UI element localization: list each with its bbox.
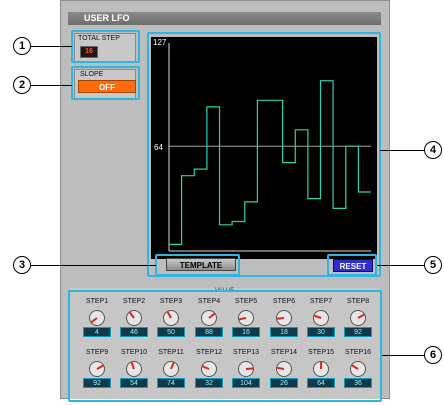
- step-knob-7[interactable]: STEP7 30: [303, 298, 339, 354]
- step-knob-4[interactable]: STEP4 88: [191, 298, 227, 354]
- y-max-label: 127: [153, 38, 166, 47]
- step-label: STEP8: [340, 298, 376, 305]
- step-knob-9[interactable]: STEP9 92: [79, 349, 115, 405]
- step-value: 104: [232, 378, 260, 388]
- step-knob-2[interactable]: STEP2 46: [116, 298, 152, 354]
- step-value: 18: [270, 327, 298, 337]
- slope-button[interactable]: OFF: [78, 80, 136, 93]
- knob-dial-icon[interactable]: [199, 359, 219, 377]
- step-label: STEP13: [228, 349, 264, 356]
- step-label: STEP9: [79, 349, 115, 356]
- callout-1-leader: [30, 46, 72, 47]
- step-knob-1[interactable]: STEP1 4: [79, 298, 115, 354]
- step-label: STEP4: [191, 298, 227, 305]
- total-step-label: TOTAL STEP: [78, 35, 120, 42]
- callout-5: 5: [424, 256, 442, 274]
- step-knob-16[interactable]: STEP16 36: [340, 349, 376, 405]
- step-value: 36: [344, 378, 372, 388]
- step-value: 16: [232, 327, 260, 337]
- knob-dial-icon[interactable]: [199, 308, 219, 326]
- lfo-waveform-line: [169, 81, 371, 245]
- step-knob-3[interactable]: STEP3 50: [153, 298, 189, 354]
- step-value: 92: [344, 327, 372, 337]
- step-value: 74: [157, 378, 185, 388]
- callout-1: 1: [13, 37, 31, 55]
- step-knob-14[interactable]: STEP14 26: [266, 349, 302, 405]
- y-mid-label: 64: [154, 143, 163, 152]
- slope-label: SLOPE: [80, 71, 103, 78]
- step-knob-8[interactable]: STEP8 92: [340, 298, 376, 354]
- step-label: STEP10: [116, 349, 152, 356]
- window-title: USER LFO: [68, 12, 381, 25]
- step-value: 92: [83, 378, 111, 388]
- template-button[interactable]: TEMPLATE: [166, 258, 236, 271]
- step-knob-12[interactable]: STEP12 32: [191, 349, 227, 405]
- knob-dial-icon[interactable]: [236, 359, 256, 377]
- step-value: 32: [195, 378, 223, 388]
- step-value: 88: [195, 327, 223, 337]
- step-label: STEP7: [303, 298, 339, 305]
- knob-dial-icon[interactable]: [124, 308, 144, 326]
- knob-dial-icon[interactable]: [274, 308, 294, 326]
- step-value: 50: [157, 327, 185, 337]
- step-label: STEP3: [153, 298, 189, 305]
- callout-3: 3: [13, 256, 31, 274]
- step-label: STEP14: [266, 349, 302, 356]
- callout-4-leader: [380, 150, 425, 151]
- knob-dial-icon[interactable]: [348, 359, 368, 377]
- knob-dial-icon[interactable]: [87, 308, 107, 326]
- step-knob-5[interactable]: STEP5 16: [228, 298, 264, 354]
- callout-2: 2: [13, 76, 31, 94]
- step-label: STEP5: [228, 298, 264, 305]
- step-label: STEP16: [340, 349, 376, 356]
- step-knob-10[interactable]: STEP10 54: [116, 349, 152, 405]
- knob-dial-icon[interactable]: [348, 308, 368, 326]
- knob-dial-icon[interactable]: [124, 359, 144, 377]
- knob-dial-icon[interactable]: [311, 359, 331, 377]
- step-value: 54: [120, 378, 148, 388]
- step-value: 26: [270, 378, 298, 388]
- step-label: STEP1: [79, 298, 115, 305]
- step-label: STEP15: [303, 349, 339, 356]
- callout-4: 4: [424, 141, 442, 159]
- step-knob-6[interactable]: STEP6 18: [266, 298, 302, 354]
- step-knob-11[interactable]: STEP11 74: [153, 349, 189, 405]
- step-label: STEP11: [153, 349, 189, 356]
- step-label: STEP2: [116, 298, 152, 305]
- callout-6-leader: [382, 355, 425, 356]
- step-knob-13[interactable]: STEP13 104: [228, 349, 264, 405]
- callout-5-leader: [377, 265, 425, 266]
- total-step-value[interactable]: 16: [80, 46, 98, 58]
- knob-dial-icon[interactable]: [311, 308, 331, 326]
- step-knob-15[interactable]: STEP15 64: [303, 349, 339, 405]
- knob-dial-icon[interactable]: [161, 308, 181, 326]
- knob-dial-icon[interactable]: [274, 359, 294, 377]
- step-value: 30: [307, 327, 335, 337]
- knob-dial-icon[interactable]: [161, 359, 181, 377]
- step-value: 46: [120, 327, 148, 337]
- step-value: 4: [83, 327, 111, 337]
- step-value: 64: [307, 378, 335, 388]
- graph-plot[interactable]: [151, 37, 377, 259]
- step-label: STEP6: [266, 298, 302, 305]
- step-label: STEP12: [191, 349, 227, 356]
- callout-2-leader: [30, 85, 72, 86]
- callout-3-leader: [30, 265, 156, 266]
- reset-button[interactable]: RESET: [333, 259, 373, 272]
- knob-dial-icon[interactable]: [236, 308, 256, 326]
- callout-6: 6: [424, 346, 442, 364]
- lfo-step-graph[interactable]: 127 64: [151, 37, 377, 259]
- knob-dial-icon[interactable]: [87, 359, 107, 377]
